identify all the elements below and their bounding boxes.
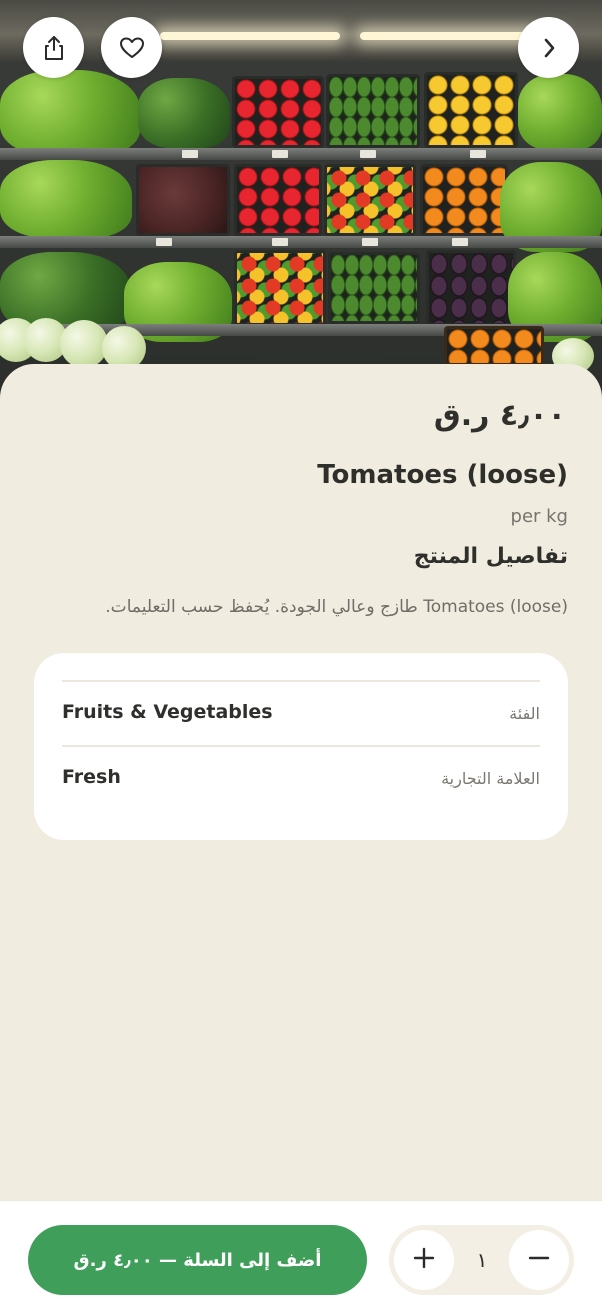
increment-button[interactable] xyxy=(394,1230,454,1290)
image-mixed-peppers xyxy=(234,250,326,326)
image-radicchio xyxy=(136,164,230,236)
minus-icon xyxy=(528,1247,550,1273)
product-details-card: Fruits & Vegetables الفئة Fresh العلامة … xyxy=(34,653,568,840)
product-description: Tomatoes (loose) طازج وعالي الجودة. يُحف… xyxy=(105,597,568,617)
chevron-right-icon xyxy=(541,36,557,60)
category-label: الفئة xyxy=(509,704,540,723)
image-price-tag xyxy=(360,150,376,158)
share-button[interactable] xyxy=(23,17,84,78)
image-light xyxy=(160,32,340,40)
image-price-tag xyxy=(156,238,172,246)
brand-value: Fresh xyxy=(62,766,121,788)
image-price-tag xyxy=(362,238,378,246)
brand-label: العلامة التجارية xyxy=(441,769,540,788)
share-icon xyxy=(42,35,66,61)
image-price-tag xyxy=(470,150,486,158)
image-greens xyxy=(138,78,230,148)
details-divider xyxy=(62,680,540,682)
image-zucchini xyxy=(328,252,420,324)
image-cabbage xyxy=(60,320,108,368)
image-price-tag xyxy=(272,238,288,246)
product-image xyxy=(0,0,602,400)
product-info-sheet: ٤٫٠٠ ر.ق Tomatoes (loose) per kg تفاصيل … xyxy=(0,364,602,1306)
heart-icon xyxy=(119,36,145,60)
forward-button[interactable] xyxy=(518,17,579,78)
image-price-tag xyxy=(182,150,198,158)
image-greens xyxy=(518,74,602,150)
favorite-button[interactable] xyxy=(101,17,162,78)
image-red-peppers xyxy=(232,76,324,148)
quantity-value: ١ xyxy=(476,1248,488,1272)
image-price-tag xyxy=(272,150,288,158)
image-mixed-produce xyxy=(324,164,416,236)
image-price-tag xyxy=(452,238,468,246)
add-to-cart-label: أضف إلى السلة — ٤٫٠٠ ر.ق xyxy=(73,1249,322,1271)
decrement-button[interactable] xyxy=(509,1230,569,1290)
product-price: ٤٫٠٠ ر.ق xyxy=(433,398,566,433)
image-shelf xyxy=(0,148,602,160)
bottom-action-bar: أضف إلى السلة — ٤٫٠٠ ر.ق ١ xyxy=(0,1200,602,1306)
image-red-peppers xyxy=(234,164,322,236)
product-unit: per kg xyxy=(510,506,568,527)
image-cucumbers xyxy=(326,74,420,148)
quantity-stepper: ١ xyxy=(389,1225,574,1295)
image-lettuce xyxy=(0,160,132,238)
image-eggplants xyxy=(426,250,516,326)
add-to-cart-button[interactable]: أضف إلى السلة — ٤٫٠٠ ر.ق xyxy=(28,1225,367,1295)
image-orange-peppers xyxy=(420,164,508,236)
image-lemons xyxy=(424,72,518,148)
image-ceiling xyxy=(0,0,602,62)
image-shelf xyxy=(0,236,602,248)
category-value: Fruits & Vegetables xyxy=(62,701,273,723)
product-details-heading: تفاصيل المنتج xyxy=(413,544,568,569)
image-squash xyxy=(444,326,544,366)
product-detail-screen: ٤٫٠٠ ر.ق Tomatoes (loose) per kg تفاصيل … xyxy=(0,0,602,1306)
product-title: Tomatoes (loose) xyxy=(317,460,568,490)
plus-icon xyxy=(413,1247,435,1273)
image-lettuce xyxy=(0,70,140,156)
details-divider xyxy=(62,745,540,747)
